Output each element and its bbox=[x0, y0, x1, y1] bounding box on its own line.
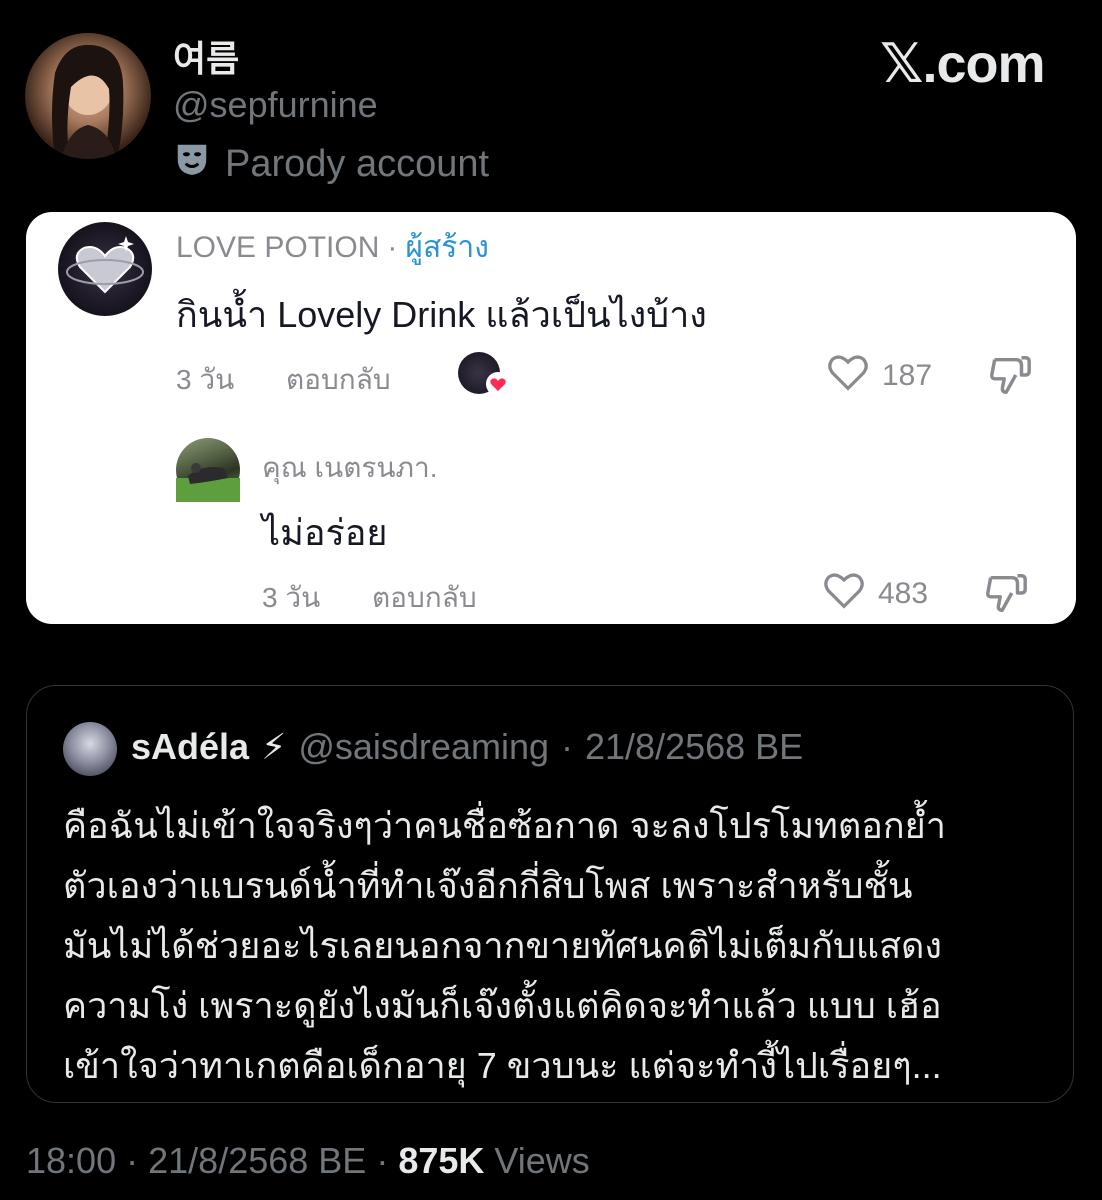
post-date[interactable]: 21/8/2568 BE bbox=[148, 1140, 366, 1181]
reply-like-group: 483 bbox=[822, 570, 928, 618]
separator-dot: · bbox=[376, 1140, 389, 1181]
comment-like-group: 187 bbox=[826, 352, 932, 400]
brand-watermark: 𝕏.com bbox=[880, 34, 1046, 94]
quote-text: คือฉันไม่เข้าใจจริงๆว่าคนชื่อซ้อกาด จะลง… bbox=[63, 796, 1053, 1096]
separator-dot: · bbox=[561, 726, 573, 767]
quote-text-line: เข้าใจว่าทาเกตคือเด็กอายุ 7 ขวบนะ แต่จะท… bbox=[63, 1045, 942, 1086]
comment-reply-label: ตอบกลับ bbox=[286, 364, 391, 395]
quoted-tweet[interactable]: sAdéla ⚡ @saisdreaming · 21/8/2568 BE คื… bbox=[26, 685, 1074, 1103]
author-handle[interactable]: @sepfurnine bbox=[173, 84, 378, 126]
reply-like-count: 483 bbox=[878, 577, 929, 610]
views-count[interactable]: 875K bbox=[398, 1140, 484, 1181]
quote-author-name[interactable]: sAdéla bbox=[131, 726, 249, 768]
comment-author-row: LOVE POTION · ผู้สร้าง bbox=[176, 224, 489, 271]
separator-dot: · bbox=[126, 1140, 139, 1181]
quote-text-line: คือฉันไม่เข้าใจจริงๆว่าคนชื่อซ้อกาด จะลง… bbox=[63, 805, 946, 846]
heart-outline-icon bbox=[822, 570, 866, 618]
embedded-screenshot: LOVE POTION · ผู้สร้าง กินน้ำ Lovely Dri… bbox=[26, 212, 1076, 624]
parody-label-row: Parody account bbox=[173, 140, 489, 188]
separator-dot: · bbox=[387, 230, 398, 264]
comment-time: 3 วัน bbox=[176, 364, 235, 395]
mask-icon bbox=[173, 140, 211, 188]
quote-author-handle[interactable]: @saisdreaming bbox=[298, 726, 549, 768]
quote-date[interactable]: 21/8/2568 BE bbox=[585, 726, 803, 768]
quote-text-line: มันไม่ได้ช่วยอะไรเลยนอกจากขายทัศนคติไม่เ… bbox=[63, 925, 942, 966]
love-potion-avatar bbox=[58, 222, 152, 316]
quote-text-line: ความโง่ เพราะดูยังไงมันก็เจ๊งตั้งแต่คิดจ… bbox=[63, 985, 942, 1026]
author-avatar[interactable] bbox=[25, 33, 151, 159]
comment-like-count: 187 bbox=[882, 359, 933, 392]
post-time[interactable]: 18:00 bbox=[26, 1140, 116, 1181]
lightning-emoji: ⚡ bbox=[261, 726, 287, 767]
mini-heart-icon bbox=[486, 372, 510, 396]
creator-badge: ผู้สร้าง bbox=[405, 231, 489, 264]
views-label: Views bbox=[494, 1140, 590, 1181]
author-display-name[interactable]: 여름 bbox=[173, 30, 239, 82]
dislike-icon bbox=[982, 570, 1030, 621]
reply-author: คุณ เนตรนภา. bbox=[262, 452, 438, 483]
reply-text: ไม่อร่อย bbox=[262, 512, 388, 553]
reply-reply-label: ตอบกลับ bbox=[372, 582, 477, 613]
reply-time: 3 วัน bbox=[262, 582, 321, 613]
quote-author-avatar[interactable] bbox=[63, 722, 117, 776]
quote-text-line: ตัวเองว่าแบรนด์น้ำที่ทำเจ๊งอีกกี่สิบโพส … bbox=[63, 865, 913, 906]
reply-author-avatar bbox=[176, 438, 240, 502]
heart-outline-icon bbox=[826, 352, 870, 400]
tweet-footer: 18:00 · 21/8/2568 BE · 875K Views bbox=[26, 1140, 590, 1182]
parody-label: Parody account bbox=[225, 142, 490, 185]
comment-text: กินน้ำ Lovely Drink แล้วเป็นไงบ้าง bbox=[176, 294, 707, 335]
comment-author: LOVE POTION bbox=[176, 230, 380, 264]
quote-header: sAdéla ⚡ @saisdreaming · 21/8/2568 BE bbox=[131, 726, 803, 768]
dislike-icon bbox=[986, 352, 1034, 403]
